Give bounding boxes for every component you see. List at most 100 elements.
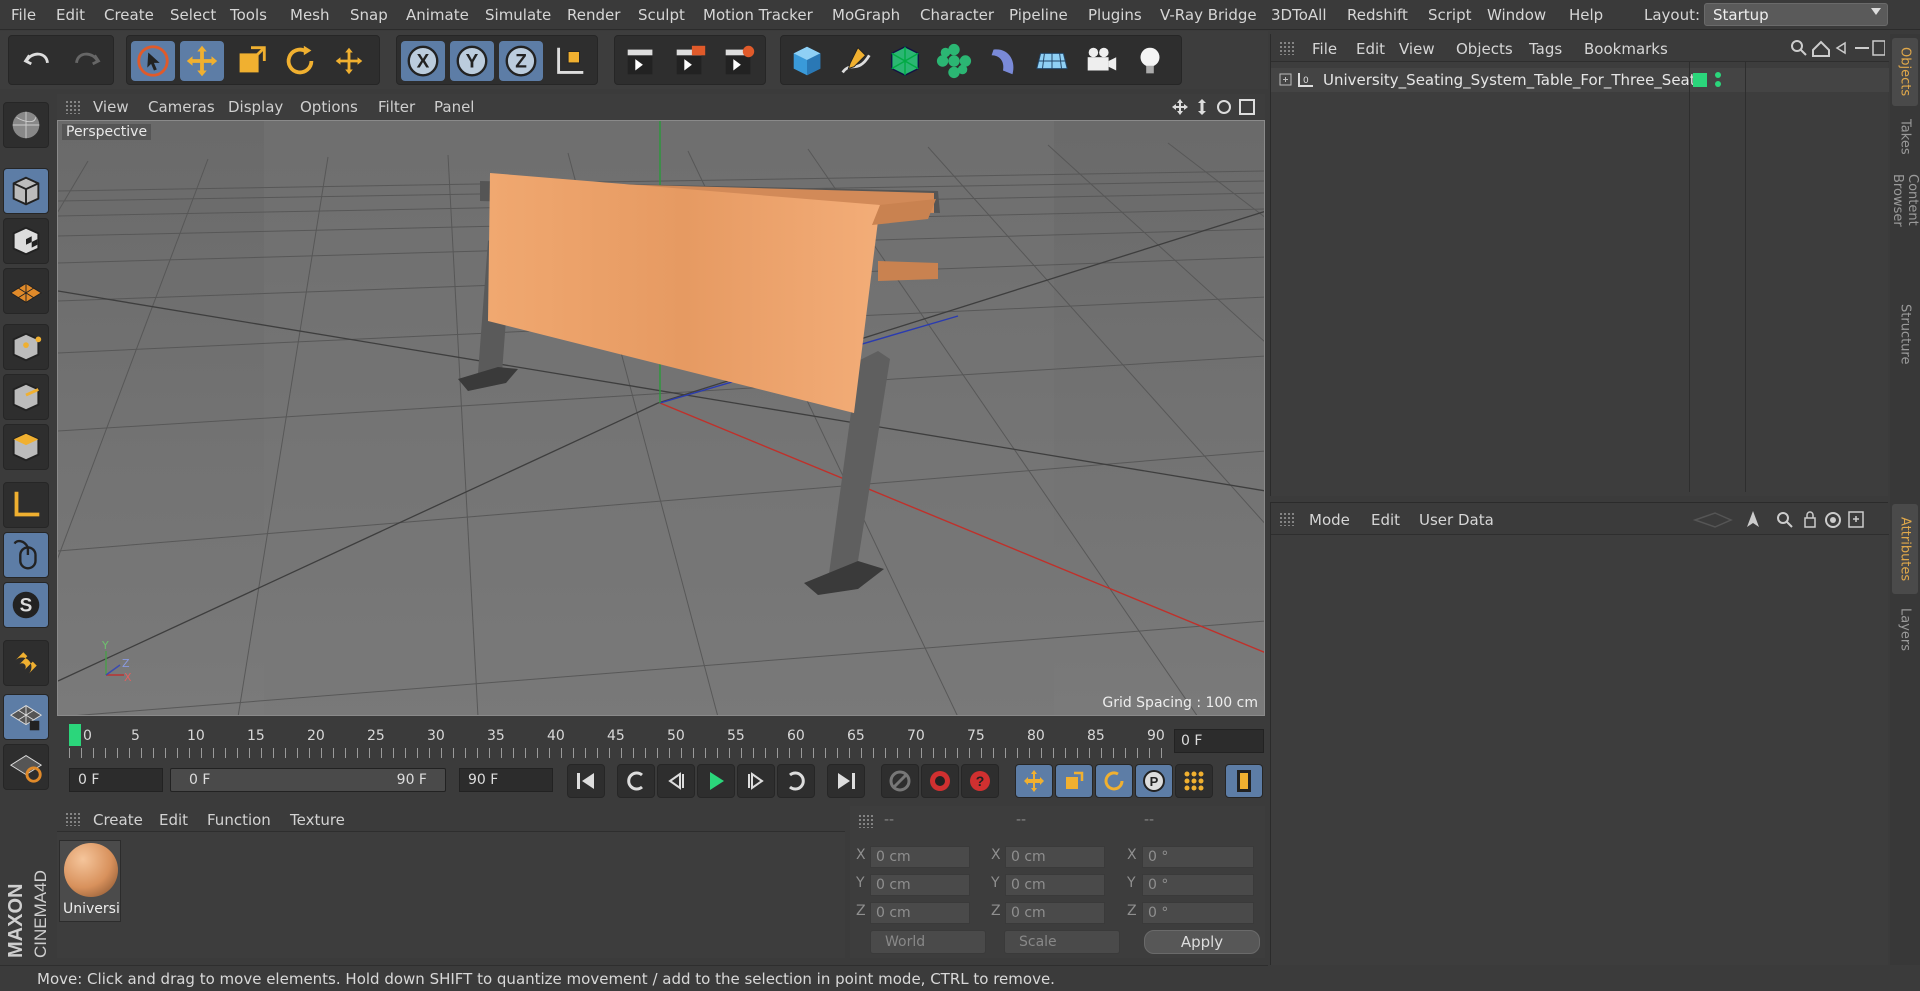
object-menu-edit[interactable]: Edit [1356, 40, 1385, 58]
scale-tool-button[interactable] [229, 41, 273, 81]
key-rotation-button[interactable] [1095, 764, 1133, 798]
menu-edit[interactable]: Edit [56, 6, 85, 24]
viewport-menu-panel[interactable]: Panel [434, 98, 474, 116]
layout-dropdown[interactable]: Startup [1704, 3, 1888, 26]
object-row[interactable]: 0 University_Seating_System_Table_For_Th… [1271, 68, 1889, 92]
next-frame-button[interactable] [737, 764, 775, 798]
panel-grip-icon[interactable] [65, 812, 81, 826]
add-subdivision-button[interactable] [883, 41, 927, 81]
locked-workplane-button[interactable] [3, 694, 49, 740]
timeline[interactable]: 0 5 10 15 20 25 30 35 40 45 50 55 60 65 … [57, 720, 1265, 760]
viewport-navigation-icons[interactable] [1172, 98, 1260, 116]
key-position-button[interactable] [1015, 764, 1053, 798]
position-y-field[interactable]: 0 cm [870, 874, 970, 896]
rotation-p-field[interactable]: 0 ° [1142, 874, 1254, 896]
record-active-button[interactable] [921, 764, 959, 798]
attribute-menu-mode[interactable]: Mode [1309, 511, 1350, 529]
add-cloner-button[interactable] [932, 41, 976, 81]
key-scale-button[interactable] [1055, 764, 1093, 798]
key-parameter-button[interactable]: P [1135, 764, 1173, 798]
menu-plugins[interactable]: Plugins [1088, 6, 1142, 24]
end-frame-field[interactable]: 90 F [459, 768, 553, 792]
add-spline-pen-button[interactable] [834, 41, 878, 81]
viewport-menu-view[interactable]: View [93, 98, 129, 116]
move-tool-button[interactable] [180, 41, 224, 81]
solo-mode-button[interactable]: S [3, 582, 49, 628]
start-frame-field[interactable]: 0 F [69, 768, 163, 792]
points-mode-button[interactable] [3, 324, 49, 370]
apply-button[interactable]: Apply [1144, 930, 1260, 954]
menu-character[interactable]: Character [920, 6, 994, 24]
menu-motion-tracker[interactable]: Motion Tracker [703, 6, 813, 24]
render-settings-button[interactable] [717, 41, 761, 81]
y-axis-lock-button[interactable]: Y [450, 41, 494, 81]
menu-mesh[interactable]: Mesh [290, 6, 330, 24]
add-camera-button[interactable] [1079, 41, 1123, 81]
playhead-marker[interactable] [69, 724, 81, 746]
mode-toggle-button[interactable] [3, 102, 49, 148]
expand-layer-icon[interactable]: 0 [1279, 72, 1319, 88]
tab-attributes[interactable]: Attributes [1892, 504, 1918, 594]
position-z-field[interactable]: 0 cm [870, 902, 970, 924]
menu-simulate[interactable]: Simulate [485, 6, 551, 24]
menu-3dtoall[interactable]: 3DToAll [1271, 6, 1326, 24]
panel-grip-icon[interactable] [858, 814, 874, 828]
attribute-menu-edit[interactable]: Edit [1371, 511, 1400, 529]
tab-objects[interactable]: Objects [1892, 38, 1918, 106]
timeline-ruler[interactable]: 0 5 10 15 20 25 30 35 40 45 50 55 60 65 … [69, 724, 1169, 758]
go-to-start-button[interactable] [567, 764, 605, 798]
menu-tools[interactable]: Tools [230, 6, 267, 24]
viewport-perspective[interactable]: Perspective Grid Spacing : 100 cm Y Z X [57, 120, 1265, 716]
object-menu-file[interactable]: File [1312, 40, 1337, 58]
undo-button[interactable] [15, 41, 59, 81]
go-to-end-button[interactable] [827, 764, 865, 798]
object-menu-bookmarks[interactable]: Bookmarks [1584, 40, 1668, 58]
menu-mograph[interactable]: MoGraph [832, 6, 900, 24]
size-y-field[interactable]: 0 cm [1005, 874, 1105, 896]
panel-grip-icon[interactable] [1279, 512, 1295, 526]
move-recent-button[interactable] [327, 41, 371, 81]
coordinate-space-dropdown[interactable]: World [870, 930, 986, 954]
rotation-h-field[interactable]: 0 ° [1142, 846, 1254, 868]
tab-content-browser[interactable]: Content Browser [1890, 168, 1920, 288]
texture-mode-button[interactable] [3, 218, 49, 264]
next-key-button[interactable] [777, 764, 815, 798]
viewport-menu-cameras[interactable]: Cameras [148, 98, 215, 116]
attribute-menu-user-data[interactable]: User Data [1419, 511, 1494, 529]
snap-button[interactable] [3, 640, 49, 686]
menu-help[interactable]: Help [1569, 6, 1603, 24]
tab-layers[interactable]: Layers [1892, 600, 1918, 660]
previous-key-button[interactable] [617, 764, 655, 798]
tab-takes[interactable]: Takes [1892, 112, 1918, 162]
material-swatch[interactable]: Universi [59, 840, 121, 922]
material-menu-function[interactable]: Function [207, 811, 271, 829]
material-menu-texture[interactable]: Texture [290, 811, 345, 829]
tweak-mode-button[interactable] [3, 532, 49, 578]
menu-redshift[interactable]: Redshift [1347, 6, 1408, 24]
visibility-render-light[interactable] [1715, 81, 1721, 87]
menu-animate[interactable]: Animate [406, 6, 469, 24]
workplane-mode-button[interactable] [3, 268, 49, 314]
autokey-button[interactable]: ? [961, 764, 999, 798]
viewport-menu-options[interactable]: Options [300, 98, 358, 116]
x-axis-lock-button[interactable]: X [401, 41, 445, 81]
object-menu-view[interactable]: View [1399, 40, 1435, 58]
render-picture-viewer-button[interactable] [668, 41, 712, 81]
visibility-editor-dot[interactable] [1693, 73, 1707, 87]
menu-file[interactable]: File [11, 6, 36, 24]
add-floor-button[interactable] [1030, 41, 1074, 81]
object-menu-tags[interactable]: Tags [1529, 40, 1562, 58]
live-selection-button[interactable] [131, 41, 175, 81]
rotate-tool-button[interactable] [278, 41, 322, 81]
panel-grip-icon[interactable] [1279, 41, 1295, 55]
edges-mode-button[interactable] [3, 374, 49, 420]
attribute-manager-nav-icons[interactable] [1687, 509, 1883, 531]
add-deformer-button[interactable] [981, 41, 1025, 81]
menu-pipeline[interactable]: Pipeline [1009, 6, 1068, 24]
render-view-button[interactable] [619, 41, 663, 81]
coordinate-system-button[interactable] [548, 41, 592, 81]
menu-script[interactable]: Script [1428, 6, 1472, 24]
menu-create[interactable]: Create [104, 6, 154, 24]
object-manager-nav-icons[interactable] [1789, 38, 1885, 58]
material-menu-edit[interactable]: Edit [159, 811, 188, 829]
